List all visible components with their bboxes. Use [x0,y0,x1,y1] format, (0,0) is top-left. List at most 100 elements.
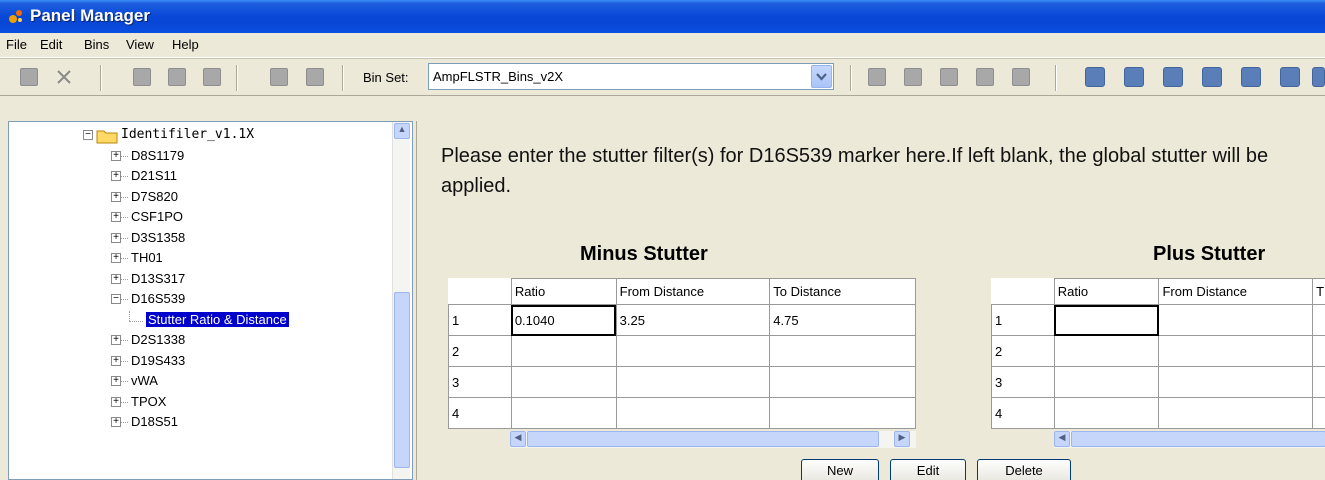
table-cell[interactable] [1053,366,1160,398]
save-icon[interactable] [1012,68,1030,86]
scroll-thumb[interactable] [1071,431,1325,447]
row-number: 3 [448,366,512,398]
column-header: T [1312,278,1325,305]
collapse-icon[interactable]: − [83,130,93,140]
new-panel-icon[interactable] [20,68,38,86]
tree-item-label: TH01 [131,250,163,265]
import-icon[interactable] [904,68,922,86]
menu-edit[interactable]: Edit [40,37,62,52]
table-row: 4 [448,397,916,429]
expand-icon[interactable]: + [111,356,121,366]
delete-button[interactable]: Delete [977,459,1071,480]
table-cell[interactable] [1158,335,1314,367]
table-cell[interactable] [1312,335,1325,367]
scroll-right-icon[interactable]: ▶ [894,431,910,447]
table-cell[interactable] [615,397,771,429]
expand-icon[interactable]: + [111,335,121,345]
scroll-up-icon[interactable]: ▲ [394,123,410,139]
expand-icon[interactable]: + [111,397,121,407]
table-cell[interactable] [1158,366,1314,398]
tree-item-label: CSF1PO [131,209,184,224]
tree-item-label: D21S11 [131,168,178,183]
expand-icon[interactable]: + [111,376,121,386]
table-cell[interactable] [1312,304,1325,336]
expand-icon[interactable]: + [111,417,121,427]
menu-help[interactable]: Help [172,37,199,52]
copy-icon[interactable] [270,68,288,86]
table-cell[interactable] [769,335,916,367]
action-icon[interactable] [1241,67,1261,87]
scroll-thumb[interactable] [394,292,410,468]
action-icon[interactable] [1312,67,1325,87]
table-cell[interactable] [1158,397,1314,429]
action-icon[interactable] [1202,67,1222,87]
add-marker-icon[interactable] [133,68,151,86]
expand-icon[interactable]: + [111,171,121,181]
paste-icon[interactable] [976,68,994,86]
chevron-down-icon[interactable] [811,65,832,88]
export-icon[interactable] [940,68,958,86]
expand-icon[interactable]: + [111,192,121,202]
table-cell[interactable] [615,335,771,367]
table-cell[interactable]: 0.1040 [510,304,617,336]
scroll-left-icon[interactable]: ◀ [1054,431,1070,447]
expand-icon[interactable]: + [111,151,121,161]
expand-icon[interactable]: + [111,233,121,243]
action-icon[interactable] [1280,67,1300,87]
panel-tree: − Identifiler_v1.1X + D8S1179 + D21S11 +… [8,121,413,480]
column-header: From Distance [1158,278,1314,305]
table-cell[interactable] [510,397,617,429]
table-cell[interactable] [510,335,617,367]
table-cell[interactable] [769,397,916,429]
scroll-thumb[interactable] [527,431,879,447]
tree-item-label: D13S317 [131,271,186,286]
table-cell[interactable] [1053,335,1160,367]
delete-icon[interactable] [55,68,73,86]
stutter-prompt: Please enter the stutter filter(s) for D… [441,145,1269,197]
action-icon[interactable] [1085,67,1105,87]
menu-view[interactable]: View [126,37,154,52]
app-icon [9,10,22,23]
table-cell[interactable] [615,366,771,398]
new-button[interactable]: New [801,459,879,480]
tree-item-label: D2S1338 [131,332,186,347]
action-icon[interactable] [1124,67,1144,87]
expand-icon[interactable]: + [111,274,121,284]
binset-label: Bin Set: [363,70,409,85]
collapse-icon[interactable]: − [111,294,121,304]
table-cell[interactable]: 3.25 [615,304,771,336]
tree-item-label: D3S1358 [131,230,186,245]
table-cell[interactable] [1312,366,1325,398]
action-icon[interactable] [1163,67,1183,87]
menu-bins[interactable]: Bins [84,37,109,52]
table-cell[interactable]: 4.75 [769,304,916,336]
toolbar-separator [1055,65,1057,91]
toolbar-separator [100,65,102,91]
bin-tool-icon[interactable] [868,68,886,86]
row-number: 2 [448,335,512,367]
table-cell[interactable] [1053,397,1160,429]
menu-file[interactable]: File [6,37,27,52]
toolbar: Bin Set: AmpFLSTR_Bins_v2X [0,58,1325,96]
binset-dropdown[interactable]: AmpFLSTR_Bins_v2X [428,63,834,90]
row-number: 3 [991,366,1055,398]
row-number: 1 [448,304,512,336]
tree-item-label: D18S51 [131,414,178,429]
table-cell[interactable] [769,366,916,398]
plus-table-hscrollbar[interactable]: ◀ [1054,431,1325,448]
scroll-left-icon[interactable]: ◀ [510,431,526,447]
expand-icon[interactable]: + [111,253,121,263]
edit-bin-icon[interactable] [203,68,221,86]
minus-table-hscrollbar[interactable]: ◀ ▶ [510,431,916,448]
tree-scrollbar[interactable]: ▲ [392,122,410,479]
table-cell[interactable] [1158,304,1314,336]
expand-icon[interactable]: + [111,212,121,222]
lines-icon[interactable] [306,68,324,86]
title-bar: Panel Manager [0,0,1325,33]
table-cell[interactable] [1312,397,1325,429]
table-cell[interactable] [1053,304,1160,336]
add-bin-icon[interactable] [168,68,186,86]
table-row: 3 [991,366,1325,398]
edit-button[interactable]: Edit [890,459,966,480]
table-cell[interactable] [510,366,617,398]
